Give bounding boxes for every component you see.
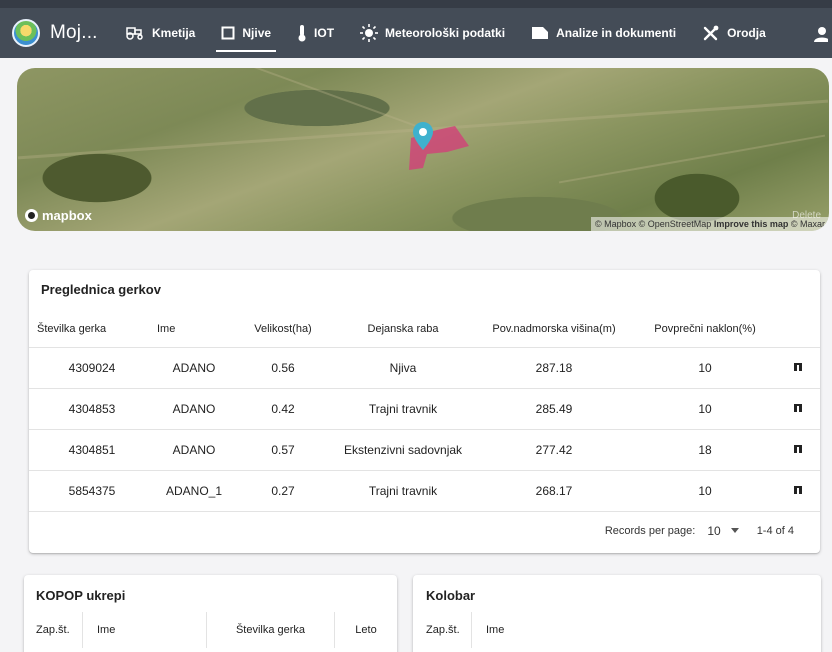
nav-orodja[interactable]: Orodja: [689, 8, 779, 58]
cell-nadmorska-visina: 268.17: [535, 484, 573, 498]
column-header[interactable]: Številka gerka: [29, 323, 155, 335]
square-outline-icon: [221, 26, 235, 40]
column-header[interactable]: Dejanska raba: [333, 323, 473, 335]
cell-naklon: 18: [698, 443, 712, 457]
nav-kmetija[interactable]: Kmetija: [112, 8, 208, 58]
cell-ime: ADANO: [172, 361, 216, 375]
cell-naklon: 10: [698, 402, 712, 416]
map-marker-icon[interactable]: [413, 122, 433, 155]
nav-label: Njive: [242, 26, 272, 40]
mapbox-logo-icon: [25, 209, 38, 222]
app-bar: Moj... Kmetija Njive IOT Meteorološki po…: [0, 0, 832, 58]
cell-stevilka-gerka: 4309024: [68, 361, 116, 375]
cell-ime: ADANO: [172, 443, 216, 457]
cell-nadmorska-visina: 277.42: [535, 443, 573, 457]
nav-label: Analize in dokumenti: [556, 26, 677, 40]
nav-njive[interactable]: Njive: [208, 8, 284, 58]
open-parcel-icon: [793, 363, 802, 371]
nav-analize-in-dokumenti[interactable]: Analize in dokumenti: [518, 8, 689, 58]
cell-naklon: 10: [698, 484, 712, 498]
map-road: [145, 68, 429, 132]
column-header[interactable]: Velikost(ha): [233, 323, 333, 335]
nav-meteoroloski-podatki[interactable]: Meteorološki podatki: [347, 8, 518, 58]
table-header-row: Številka gerka Ime Velikost(ha) Dejanska…: [29, 310, 820, 348]
delete-overlay-text[interactable]: Delete: [792, 210, 821, 221]
chevron-down-icon[interactable]: [730, 525, 739, 537]
nav-iot[interactable]: IOT: [284, 8, 347, 58]
gerki-table: Številka gerka Ime Velikost(ha) Dejanska…: [29, 310, 820, 512]
app-logo-icon: [12, 19, 40, 47]
parcel-polygon[interactable]: [397, 118, 487, 178]
thermometer-icon: [297, 24, 307, 42]
table-row[interactable]: 4304851 ADANO 0.57 Ekstenzivni sadovnjak…: [29, 430, 820, 471]
main-nav: Kmetija Njive IOT Meteorološki podatki A…: [112, 8, 779, 58]
column-header[interactable]: Leto: [334, 612, 397, 648]
table-row[interactable]: 5854375 ADANO_1 0.27 Trajni travnik 268.…: [29, 471, 820, 512]
nav-label: Kmetija: [152, 26, 196, 40]
gerki-card: Preglednica gerkov Številka gerka Ime Ve…: [29, 270, 820, 553]
cell-stevilka-gerka: 4304853: [68, 402, 116, 416]
cell-dejanska-raba: Ekstenzivni sadovnjak: [343, 443, 463, 457]
row-action-button[interactable]: [775, 402, 820, 416]
records-per-page-label: Records per page:: [604, 525, 696, 537]
column-header[interactable]: Povprečni naklon(%): [635, 323, 775, 335]
nav-label: Meteorološki podatki: [385, 26, 506, 40]
cell-dejanska-raba: Trajni travnik: [368, 402, 438, 416]
map-view[interactable]: mapbox © Mapbox © OpenStreetMap Improve …: [17, 68, 829, 231]
cell-nadmorska-visina: 287.18: [535, 361, 573, 375]
gerki-title: Preglednica gerkov: [41, 282, 161, 297]
open-parcel-icon: [793, 445, 802, 453]
table-row[interactable]: 4309024 ADANO 0.56 Njiva 287.18 10: [29, 348, 820, 389]
cell-dejanska-raba: Trajni travnik: [368, 484, 438, 498]
kolobar-title: Kolobar: [426, 588, 476, 603]
open-parcel-icon: [793, 486, 802, 494]
column-header[interactable]: Ime: [82, 612, 206, 648]
kopop-header-row: Zap.št. Ime Številka gerka Leto: [24, 612, 397, 648]
tools-icon: [702, 24, 720, 42]
kolobar-card: Kolobar Zap.št. Ime: [413, 575, 821, 652]
improve-map-link[interactable]: Improve this map: [714, 219, 789, 229]
cell-ime: ADANO: [172, 402, 216, 416]
open-parcel-icon: [793, 404, 802, 412]
brand[interactable]: Moj...: [0, 19, 112, 47]
column-header[interactable]: Ime: [471, 612, 671, 648]
column-header[interactable]: Pov.nadmorska višina(m): [473, 323, 635, 335]
account-icon[interactable]: [814, 26, 830, 42]
table-row[interactable]: 4304853 ADANO 0.42 Trajni travnik 285.49…: [29, 389, 820, 430]
cell-nadmorska-visina: 285.49: [535, 402, 573, 416]
map-road: [558, 134, 826, 184]
map-attribution-text[interactable]: © Mapbox © OpenStreetMap: [595, 219, 711, 229]
row-action-button[interactable]: [775, 484, 820, 498]
tractor-icon: [125, 26, 145, 40]
cell-velikost: 0.27: [271, 484, 295, 498]
sun-icon: [360, 24, 379, 42]
row-action-button[interactable]: [775, 443, 820, 457]
table-pagination: Records per page: 10 1-4 of 4: [605, 524, 794, 538]
cell-ime: ADANO_1: [165, 484, 223, 498]
nav-label: Orodja: [727, 26, 766, 40]
column-header[interactable]: Številka gerka: [206, 612, 334, 648]
cell-dejanska-raba: Njiva: [389, 361, 417, 375]
records-per-page-select[interactable]: 10: [707, 524, 720, 538]
document-icon: [531, 26, 549, 40]
kopop-title: KOPOP ukrepi: [36, 588, 126, 603]
kolobar-header-row: Zap.št. Ime: [413, 612, 821, 648]
pagination-range: 1-4 of 4: [756, 525, 794, 537]
cell-stevilka-gerka: 4304851: [68, 443, 116, 457]
nav-label: IOT: [314, 26, 335, 40]
column-header[interactable]: Zap.št.: [24, 624, 82, 636]
cell-velikost: 0.56: [271, 361, 295, 375]
cell-velikost: 0.42: [271, 402, 295, 416]
row-action-button[interactable]: [775, 361, 820, 375]
cell-velikost: 0.57: [271, 443, 295, 457]
column-header[interactable]: Zap.št.: [413, 624, 471, 636]
cell-stevilka-gerka: 5854375: [68, 484, 116, 498]
mapbox-logo-text: mapbox: [42, 208, 92, 223]
app-title: Moj...: [50, 22, 98, 43]
kopop-card: KOPOP ukrepi Zap.št. Ime Številka gerka …: [24, 575, 397, 652]
cell-naklon: 10: [698, 361, 712, 375]
mapbox-logo[interactable]: mapbox: [25, 208, 92, 223]
column-header[interactable]: Ime: [155, 323, 233, 335]
